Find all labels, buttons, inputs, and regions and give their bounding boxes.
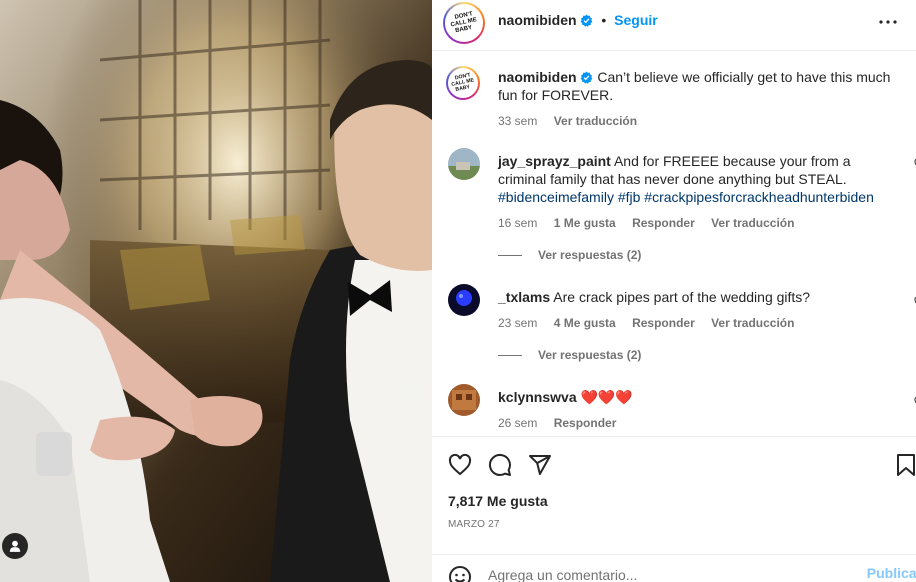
caption-author-avatar[interactable]: DON'T CALL ME BABY	[446, 66, 480, 100]
publish-button[interactable]: Publicar	[867, 565, 916, 581]
view-replies-button[interactable]: Ver respuestas (2)	[498, 348, 641, 362]
more-horizontal-icon[interactable]	[876, 10, 900, 34]
separator-dot: •	[601, 12, 607, 28]
comment-username[interactable]: jay_sprayz_paint	[498, 153, 611, 169]
replies-divider	[498, 254, 522, 256]
comment-item: kclynnswva ❤️❤️❤️ 26 sem Responder	[448, 384, 916, 434]
comment-input[interactable]	[488, 564, 848, 582]
verified-badge-icon	[580, 14, 593, 27]
comment-icon[interactable]	[488, 453, 512, 477]
comment-likes[interactable]: 4 Me gusta	[554, 316, 616, 330]
view-replies-button[interactable]: Ver respuestas (2)	[498, 248, 641, 262]
add-comment-bar: Publicar	[432, 554, 916, 582]
comment-time[interactable]: 16 sem	[498, 216, 537, 230]
reply-button[interactable]: Responder	[554, 416, 617, 430]
comment-username[interactable]: _txlams	[498, 289, 550, 305]
caption-username[interactable]: naomibiden	[498, 69, 577, 85]
paper-plane-icon[interactable]	[528, 453, 552, 477]
translate-link[interactable]: Ver traducción	[711, 216, 794, 230]
comment-body: _txlams Are crack pipes part of the wedd…	[498, 288, 898, 332]
commenter-avatar[interactable]	[448, 284, 480, 316]
post-panel: DON'T CALL ME BABY naomibiden • Seguir D…	[432, 0, 916, 582]
author-avatar[interactable]: DON'T CALL ME BABY	[443, 2, 485, 44]
caption-meta: 33 sem Ver traducción	[498, 112, 898, 130]
post-photo	[0, 0, 432, 582]
view-replies-label[interactable]: Ver respuestas (2)	[538, 248, 641, 262]
caption-translate-link[interactable]: Ver traducción	[554, 114, 637, 128]
post-date[interactable]: MARZO 27	[448, 519, 500, 530]
reply-button[interactable]: Responder	[632, 216, 695, 230]
comment-item: _txlams Are crack pipes part of the wedd…	[448, 284, 916, 334]
post-media[interactable]	[0, 0, 432, 582]
comment-body: kclynnswva ❤️❤️❤️ 26 sem Responder	[498, 388, 898, 432]
dont-call-me-baby-logo: DON'T CALL ME BABY	[450, 11, 477, 34]
user-tag-icon[interactable]	[2, 533, 28, 559]
follow-button[interactable]: Seguir	[614, 12, 658, 28]
comment-time[interactable]: 23 sem	[498, 316, 537, 330]
heart-icon[interactable]	[448, 453, 472, 477]
view-replies-label[interactable]: Ver respuestas (2)	[538, 348, 641, 362]
comment-body: jay_sprayz_paint And for FREEEE because …	[498, 152, 898, 232]
header-user-row: naomibiden • Seguir	[498, 12, 658, 28]
dont-call-me-baby-logo: DON'TCALL MEBABY	[451, 72, 475, 93]
translate-link[interactable]: Ver traducción	[711, 316, 794, 330]
comment-meta: 23 sem 4 Me gusta Responder Ver traducci…	[498, 314, 898, 332]
comment-hashtags[interactable]: #bidenceimefamily #fjb #crackpipesforcra…	[498, 189, 874, 205]
post-header: DON'T CALL ME BABY naomibiden • Seguir	[432, 0, 916, 51]
replies-divider	[498, 354, 522, 356]
comment-text: Are crack pipes part of the wedding gift…	[553, 289, 811, 305]
comment-time[interactable]: 26 sem	[498, 416, 537, 430]
comment-meta: 26 sem Responder	[498, 414, 898, 432]
emoji-icon[interactable]	[448, 565, 472, 582]
bookmark-icon[interactable]	[894, 453, 916, 477]
commenter-avatar[interactable]	[448, 384, 480, 416]
caption-time[interactable]: 33 sem	[498, 114, 537, 128]
commenter-avatar[interactable]	[448, 148, 480, 180]
post-actions: 7,817 Me gusta MARZO 27 Publicar	[432, 436, 916, 582]
verified-badge-icon	[580, 71, 593, 84]
reply-button[interactable]: Responder	[632, 316, 695, 330]
author-username[interactable]: naomibiden	[498, 12, 577, 28]
caption: DON'T CALL ME BABY naomibiden Can’t believ…	[446, 64, 914, 134]
caption-body: naomibiden Can’t believe we officially g…	[498, 68, 898, 130]
comment-username[interactable]: kclynnswva	[498, 389, 577, 405]
likes-count[interactable]: 7,817 Me gusta	[448, 493, 548, 509]
comment-likes[interactable]: 1 Me gusta	[554, 216, 616, 230]
comment-item: jay_sprayz_paint And for FREEEE because …	[448, 148, 916, 238]
comment-meta: 16 sem 1 Me gusta Responder Ver traducci…	[498, 214, 898, 232]
comments-list[interactable]: DON'T CALL ME BABY naomibiden Can’t believ…	[432, 52, 916, 436]
comment-text: ❤️❤️❤️	[580, 389, 633, 405]
